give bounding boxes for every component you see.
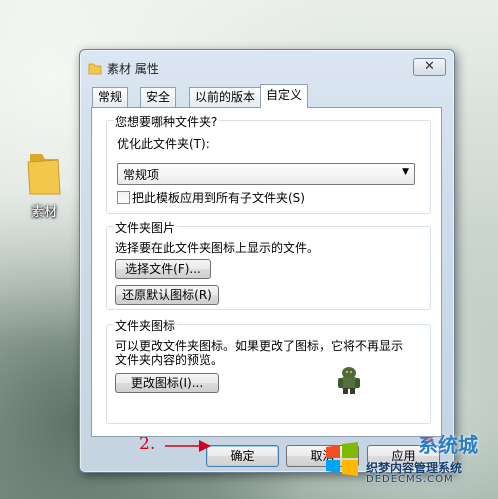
folder-picture-description: 选择要在此文件夹图标上显示的文件。 [115, 241, 320, 255]
choose-file-button[interactable]: 选择文件(F)... [115, 259, 211, 279]
customize-panel: 您想要哪种文件夹? 优化此文件夹(T): 常规项 ▼ 把此模板应用到所有子文件夹… [91, 107, 442, 437]
watermark-url: DEDECMS.COM [366, 474, 454, 485]
folder-type-heading: 您想要哪种文件夹? [113, 113, 220, 130]
tab-customize[interactable]: 自定义 [260, 84, 309, 108]
apply-all-checkbox[interactable] [117, 191, 130, 204]
restore-default-button[interactable]: 还原默认图标(R) [115, 285, 219, 305]
change-icon-button[interactable]: 更改图标(I)... [115, 373, 219, 393]
folder-picture-heading: 文件夹图片 [113, 219, 178, 236]
tab-label: 自定义 [266, 88, 303, 102]
windows-logo-icon [326, 442, 358, 476]
current-folder-icon-preview [338, 367, 360, 394]
dropdown-arrow-icon: ▼ [402, 167, 409, 177]
folder-icon-description-line2: 文件夹内容的预览。 [115, 353, 224, 367]
folder-type-group: 您想要哪种文件夹? 优化此文件夹(T): 常规项 ▼ 把此模板应用到所有子文件夹… [106, 113, 431, 214]
apply-all-label[interactable]: 把此模板应用到所有子文件夹(S) [132, 189, 305, 206]
folder-icon-heading: 文件夹图标 [113, 317, 178, 334]
optimize-label: 优化此文件夹(T): [117, 137, 210, 151]
folder-icon-group: 文件夹图标 可以更改文件夹图标。如果更改了图标，它将不再显示 文件夹内容的预览。… [106, 317, 431, 424]
optimize-dropdown[interactable]: 常规项 ▼ [117, 163, 415, 185]
folder-picture-group: 文件夹图片 选择要在此文件夹图标上显示的文件。 选择文件(F)... 还原默认图… [106, 219, 431, 310]
properties-window: 素材 属性 ✕ 常规 安全 以前的版本 自定义 您想要哪种文件夹? 优化此文件夹… [79, 49, 455, 473]
watermark: 系统城 织梦内容管理系统 DEDECMS.COM [322, 433, 492, 491]
optimize-dropdown-value: 常规项 [123, 168, 160, 182]
